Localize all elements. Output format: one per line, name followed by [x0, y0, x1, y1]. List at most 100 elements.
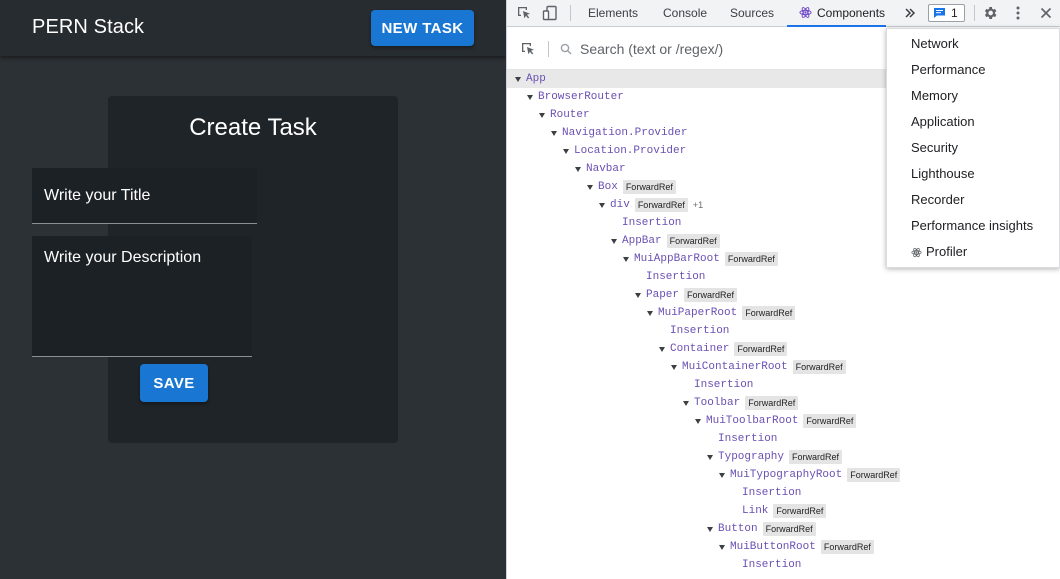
toolbar-divider [974, 5, 975, 21]
tree-node[interactable]: Container ForwardRef [507, 340, 1060, 358]
tree-node[interactable]: Insertion [507, 556, 1060, 574]
tree-node[interactable]: Typography ForwardRef [507, 448, 1060, 466]
new-task-button[interactable]: NEW TASK [371, 10, 474, 46]
expand-triangle-icon[interactable] [683, 400, 689, 406]
hoc-badge: ForwardRef [742, 306, 796, 320]
expand-triangle-icon[interactable] [647, 310, 653, 316]
tree-node[interactable]: MuiTypographyRoot ForwardRef [507, 466, 1060, 484]
issues-badge[interactable]: 1 [928, 4, 965, 22]
expand-triangle-icon[interactable] [527, 94, 533, 100]
tree-node-name: MuiPaperRoot [658, 307, 738, 319]
menu-item-security[interactable]: Security [911, 135, 958, 161]
expand-triangle-icon[interactable] [659, 346, 665, 352]
toolbar-divider [570, 5, 571, 21]
hoc-badge: ForwardRef [634, 198, 688, 212]
tree-node[interactable]: Insertion [507, 268, 1060, 286]
tab-sources[interactable]: Sources [730, 0, 774, 27]
tree-node[interactable]: MuiToolbarRoot ForwardRef [507, 412, 1060, 430]
select-component-icon[interactable] [519, 40, 537, 58]
tree-node-name: BrowserRouter [538, 91, 624, 103]
expand-triangle-icon[interactable] [695, 418, 701, 424]
tree-node[interactable]: Insertion [507, 376, 1060, 394]
save-button[interactable]: SAVE [140, 364, 208, 402]
kebab-menu-icon[interactable] [1009, 4, 1027, 22]
devtools-tabbar: Elements Console Sources Components 1 [507, 0, 1060, 27]
expand-triangle-icon[interactable] [539, 112, 545, 118]
tree-node-name: Insertion [646, 271, 706, 283]
app-title: PERN Stack [32, 16, 145, 38]
menu-item-application[interactable]: Application [911, 109, 975, 135]
menu-item-memory[interactable]: Memory [911, 83, 958, 109]
tree-node-name: MuiAppBarRoot [634, 253, 720, 265]
expand-triangle-icon[interactable] [515, 76, 521, 82]
inspect-element-icon[interactable] [515, 4, 533, 22]
hoc-badge: ForwardRef [724, 252, 778, 266]
description-input[interactable] [32, 236, 252, 356]
expand-triangle-icon [635, 275, 641, 280]
tree-node-name: Location.Provider [574, 145, 687, 157]
tab-console[interactable]: Console [663, 0, 707, 27]
tree-node-name: App [526, 73, 546, 85]
expand-triangle-icon[interactable] [599, 202, 605, 208]
menu-item-profiler[interactable]: Profiler [911, 239, 967, 265]
hoc-badge: ForwardRef [847, 468, 901, 482]
tree-node-name: Toolbar [694, 397, 741, 409]
tree-node-name: MuiContainerRoot [682, 361, 788, 373]
expand-triangle-icon [659, 329, 665, 334]
tree-node[interactable]: Button ForwardRef [507, 520, 1060, 538]
tree-node-name: Insertion [742, 487, 802, 499]
tab-components-label: Components [817, 6, 886, 20]
menu-item-performance[interactable]: Performance [911, 57, 985, 83]
tree-node[interactable]: Insertion [507, 484, 1060, 502]
tree-node[interactable]: Paper ForwardRef [507, 286, 1060, 304]
expand-triangle-icon[interactable] [551, 130, 557, 136]
issues-count: 1 [951, 6, 958, 20]
description-field [32, 236, 252, 357]
card-title: Create Task [189, 114, 317, 141]
menu-item-lighthouse[interactable]: Lighthouse [911, 161, 975, 187]
app-navbar: PERN Stack NEW TASK [0, 0, 506, 56]
tree-node-name: Navigation.Provider [562, 127, 688, 139]
component-search-input[interactable] [580, 39, 880, 59]
menu-item-network[interactable]: Network [911, 31, 959, 57]
tree-node-name: Insertion [742, 559, 802, 571]
device-toolbar-icon[interactable] [541, 4, 559, 22]
menu-item-performance-insights[interactable]: Performance insights [911, 213, 1033, 239]
title-input[interactable] [32, 168, 257, 223]
tree-node[interactable]: Insertion [507, 322, 1060, 340]
tree-node[interactable]: MuiContainerRoot ForwardRef [507, 358, 1060, 376]
tree-node[interactable]: Link ForwardRef [507, 502, 1060, 520]
expand-triangle-icon[interactable] [707, 454, 713, 460]
hoc-badge: ForwardRef [803, 414, 857, 428]
tree-node[interactable]: MuiPaperRoot ForwardRef [507, 304, 1060, 322]
app-viewport: PERN Stack NEW TASK Create Task SAVE [0, 0, 506, 579]
expand-triangle-icon[interactable] [575, 166, 581, 172]
react-icon [799, 7, 812, 18]
tree-node[interactable]: MuiButtonRoot ForwardRef [507, 538, 1060, 556]
expand-triangle-icon[interactable] [587, 184, 593, 190]
expand-triangle-icon[interactable] [623, 256, 629, 262]
expand-triangle-icon[interactable] [719, 544, 725, 550]
expand-triangle-icon[interactable] [707, 526, 713, 532]
expand-triangle-icon[interactable] [671, 364, 677, 370]
expand-triangle-icon[interactable] [611, 238, 617, 244]
more-tabs-icon[interactable] [901, 4, 919, 22]
tree-node-name: Box [598, 181, 618, 193]
search-divider [548, 41, 549, 57]
menu-item-recorder[interactable]: Recorder [911, 187, 964, 213]
expand-triangle-icon[interactable] [563, 148, 569, 154]
menu-item-profiler-label: Profiler [926, 244, 968, 259]
expand-triangle-icon [731, 563, 737, 568]
expand-triangle-icon [731, 509, 737, 514]
expand-triangle-icon [707, 437, 713, 442]
tab-components[interactable]: Components [787, 0, 886, 27]
tree-node-name: Link [742, 505, 769, 517]
settings-gear-icon[interactable] [981, 4, 999, 22]
tab-elements[interactable]: Elements [588, 0, 638, 27]
expand-triangle-icon[interactable] [719, 472, 725, 478]
tree-node[interactable]: Insertion [507, 430, 1060, 448]
close-icon[interactable] [1037, 4, 1055, 22]
tree-node[interactable]: Toolbar ForwardRef [507, 394, 1060, 412]
expand-triangle-icon[interactable] [635, 292, 641, 298]
hoc-badge: ForwardRef [773, 504, 827, 518]
